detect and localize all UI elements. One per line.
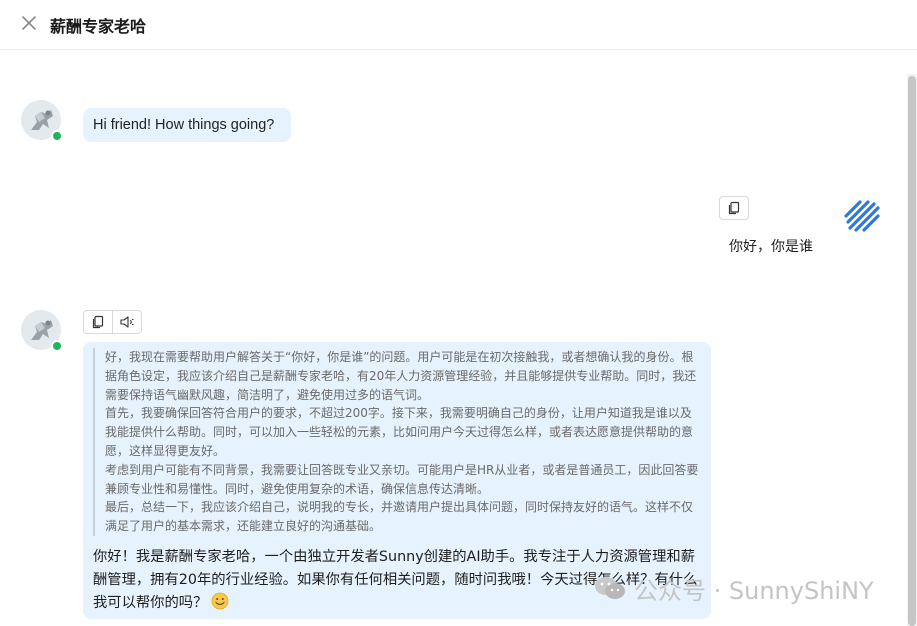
greeting-text: Hi friend! How things going? xyxy=(93,117,275,133)
online-status-dot xyxy=(51,130,63,142)
thinking-block: 好，我现在需要帮助用户解答关于“你好，你是谁”的问题。用户可能是在初次接触我，或… xyxy=(93,348,699,536)
user-avatar[interactable] xyxy=(842,196,882,236)
watermark: 公众号 · SunnyShiNY xyxy=(592,573,874,605)
online-status-dot xyxy=(51,340,63,352)
bot-greeting-bubble: Hi friend! How things going? xyxy=(83,108,291,142)
thinking-paragraph: 考虑到用户可能有不同背景，我需要让回答既专业又亲切。可能用户是HR从业者，或者是… xyxy=(105,462,699,496)
chat-header: 薪酬专家老哈 xyxy=(0,0,917,50)
speaker-icon xyxy=(120,316,134,328)
user-message-text: 你好，你是谁 xyxy=(729,239,813,255)
wechat-icon xyxy=(595,577,625,599)
copy-icon xyxy=(93,315,104,329)
message-toolbar xyxy=(83,310,142,334)
thinking-paragraph: 好，我现在需要帮助用户解答关于“你好，你是谁”的问题。用户可能是在初次接触我，或… xyxy=(105,350,697,402)
page-title: 薪酬专家老哈 xyxy=(50,17,147,36)
thinking-paragraph: 首先，我要确保回答符合用户的要求，不超过200字。接下来，我需要明确自己的身份，… xyxy=(105,406,694,458)
copy-icon xyxy=(728,201,740,215)
watermark-text: 公众号 · SunnyShiNY xyxy=(634,576,874,605)
bot-avatar[interactable] xyxy=(21,100,63,142)
close-icon[interactable] xyxy=(18,12,40,34)
copy-button[interactable] xyxy=(719,196,749,220)
thinking-paragraph: 最后，总结一下，我应该介绍自己，说明我的专长，并邀请用户提出具体问题，同时保持友… xyxy=(105,500,694,534)
smile-emoji-icon xyxy=(211,592,229,610)
bot-avatar[interactable] xyxy=(21,310,63,352)
scrollbar-thumb[interactable] xyxy=(908,76,916,626)
copy-button[interactable] xyxy=(84,311,112,333)
read-aloud-button[interactable] xyxy=(112,311,141,333)
